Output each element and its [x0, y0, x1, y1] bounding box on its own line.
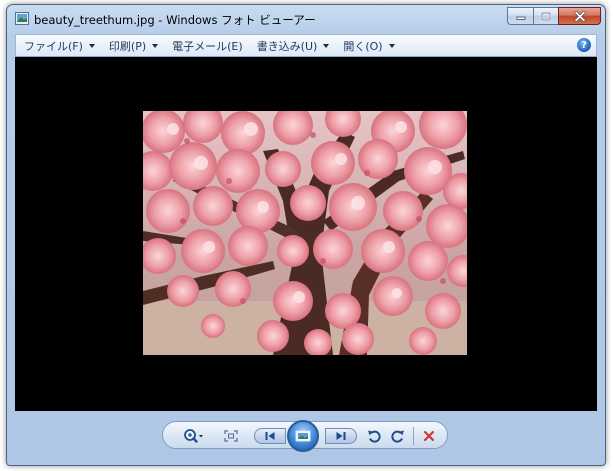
menu-open-label: 開く(O)	[343, 39, 383, 53]
close-button[interactable]	[558, 7, 601, 25]
image-viewport[interactable]	[15, 57, 597, 411]
menu-file[interactable]: ファイル(F)	[16, 35, 101, 56]
menu-print[interactable]: 印刷(P)	[101, 35, 164, 56]
dropdown-arrow-icon	[88, 43, 95, 48]
slideshow-icon	[295, 430, 311, 442]
next-icon	[336, 432, 346, 440]
next-button[interactable]	[325, 428, 357, 444]
caption-buttons	[507, 7, 601, 26]
delete-icon	[424, 431, 434, 441]
minimize-button[interactable]	[507, 7, 533, 25]
menu-bar: ファイル(F) 印刷(P) 電子メール(E) 書き込み(U) 開く(O) ?	[15, 34, 597, 57]
dropdown-arrow-icon	[152, 43, 159, 48]
photo-viewer-app-icon	[15, 12, 29, 25]
dropdown-arrow-icon	[323, 43, 330, 48]
menu-open[interactable]: 開く(O)	[335, 35, 400, 56]
close-icon	[573, 10, 586, 22]
slideshow-button[interactable]	[287, 420, 319, 452]
menu-email[interactable]: 電子メール(E)	[164, 35, 249, 56]
previous-button[interactable]	[254, 428, 286, 444]
toolbar-separator	[413, 427, 414, 445]
help-icon[interactable]: ?	[577, 38, 591, 52]
actual-size-button[interactable]	[222, 427, 240, 445]
zoom-button[interactable]	[181, 426, 207, 446]
rotate-clockwise-icon	[391, 430, 404, 443]
menu-file-label: ファイル(F)	[24, 39, 83, 53]
window-title: beauty_treethum.jpg - Windows フォト ビューアー	[34, 13, 316, 27]
cherry-blossom-photo	[143, 111, 467, 355]
bottom-toolbar	[7, 411, 605, 465]
menu-email-label: 電子メール(E)	[172, 39, 243, 53]
delete-button[interactable]	[420, 426, 438, 446]
actual-size-icon	[224, 430, 238, 442]
title-bar[interactable]: beauty_treethum.jpg - Windows フォト ビューアー	[7, 5, 605, 33]
zoom-icon	[184, 429, 203, 443]
rotate-counterclockwise-button[interactable]	[365, 426, 383, 446]
minimize-icon	[516, 16, 525, 20]
previous-icon	[265, 432, 275, 440]
maximize-button[interactable]	[533, 7, 558, 25]
dropdown-arrow-icon	[388, 43, 395, 48]
rotate-counterclockwise-icon	[368, 430, 381, 443]
rotate-clockwise-button[interactable]	[389, 426, 407, 446]
menu-burn[interactable]: 書き込み(U)	[249, 35, 336, 56]
menu-burn-label: 書き込み(U)	[256, 39, 318, 53]
photo-viewer-window: beauty_treethum.jpg - Windows フォト ビューアー …	[6, 4, 606, 466]
maximize-icon	[541, 11, 551, 21]
menu-print-label: 印刷(P)	[108, 39, 147, 53]
